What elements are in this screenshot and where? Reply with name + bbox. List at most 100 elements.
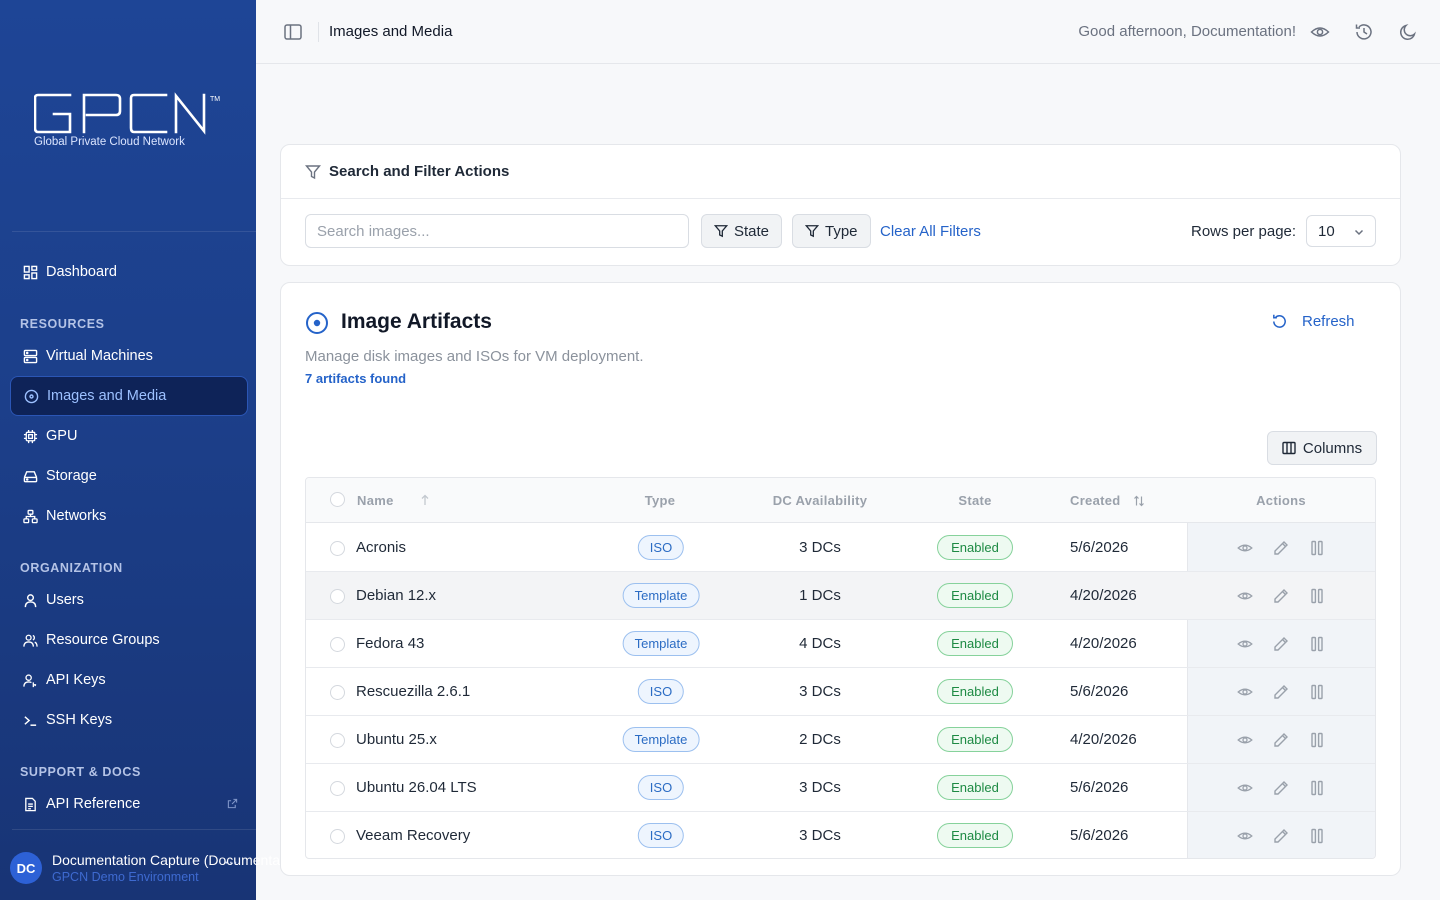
image-name: Ubuntu 25.x bbox=[356, 731, 437, 748]
pencil-icon bbox=[1274, 637, 1288, 651]
row-select-radio[interactable] bbox=[330, 781, 345, 796]
table-row[interactable]: Debian 12.x Template 1 DCs Enabled 4/20/… bbox=[306, 572, 1375, 620]
sort-arrows-icon[interactable] bbox=[1133, 494, 1145, 512]
gpcn-logo-mark: TM bbox=[34, 92, 220, 135]
sidebar-item-networks[interactable]: Networks bbox=[10, 496, 248, 536]
dc-availability: 3 DCs bbox=[799, 539, 841, 556]
sidebar-item-gpu[interactable]: GPU bbox=[10, 416, 248, 456]
sidebar: TM Global Private Cloud Network Dashboar… bbox=[0, 0, 284, 900]
visibility-button[interactable] bbox=[1309, 21, 1331, 43]
pause-button[interactable] bbox=[1307, 586, 1327, 606]
column-header-name[interactable]: Name bbox=[357, 493, 394, 508]
eye-icon bbox=[1237, 592, 1253, 600]
columns-label: Columns bbox=[1302, 439, 1363, 457]
row-select-radio[interactable] bbox=[330, 829, 345, 844]
created-date: 5/6/2026 bbox=[1070, 827, 1129, 844]
pause-button[interactable] bbox=[1307, 730, 1327, 750]
sidebar-item-label: Resource Groups bbox=[46, 632, 160, 648]
edit-button[interactable] bbox=[1271, 538, 1291, 558]
sidebar-item-api-keys[interactable]: API Keys bbox=[10, 660, 248, 700]
pause-icon bbox=[1311, 684, 1323, 700]
gpcn-logo[interactable]: TM Global Private Cloud Network bbox=[34, 92, 224, 152]
eye-icon bbox=[1237, 784, 1253, 792]
table-row[interactable]: Acronis ISO 3 DCs Enabled 5/6/2026 bbox=[306, 524, 1375, 572]
type-badge: ISO bbox=[637, 775, 685, 800]
filter-card-title: Search and Filter Actions bbox=[329, 163, 510, 180]
rows-per-page-select[interactable]: 10 bbox=[1306, 215, 1376, 247]
sidebar-item-storage[interactable]: Storage bbox=[10, 456, 248, 496]
row-select-radio[interactable] bbox=[330, 733, 345, 748]
history-button[interactable] bbox=[1353, 21, 1375, 43]
filter-icon bbox=[805, 224, 819, 238]
server-icon bbox=[22, 348, 38, 364]
created-date: 5/6/2026 bbox=[1070, 539, 1129, 556]
column-header-type: Type bbox=[644, 493, 676, 508]
edit-button[interactable] bbox=[1271, 826, 1291, 846]
pencil-icon bbox=[1274, 589, 1288, 603]
edit-button[interactable] bbox=[1271, 778, 1291, 798]
pause-icon bbox=[1311, 828, 1323, 844]
view-button[interactable] bbox=[1235, 634, 1255, 654]
column-header-created[interactable]: Created bbox=[1070, 493, 1121, 508]
sidebar-item-users[interactable]: Users bbox=[10, 580, 248, 620]
sidebar-item-virtual-machines[interactable]: Virtual Machines bbox=[10, 336, 248, 376]
view-button[interactable] bbox=[1235, 586, 1255, 606]
table-row[interactable]: Veeam Recovery ISO 3 DCs Enabled 5/6/202… bbox=[306, 812, 1375, 858]
avatar: DC bbox=[10, 852, 42, 884]
edit-button[interactable] bbox=[1271, 634, 1291, 654]
row-select-radio[interactable] bbox=[330, 589, 345, 604]
table-row[interactable]: Fedora 43 Template 4 DCs Enabled 4/20/20… bbox=[306, 620, 1375, 668]
type-badge: ISO bbox=[637, 679, 685, 704]
greeting-text: Good afternoon, Documentation! bbox=[1078, 23, 1296, 40]
user-profile[interactable]: DC Documentation Capture (Documentation)… bbox=[10, 848, 284, 888]
table-row[interactable]: Ubuntu 25.x Template 2 DCs Enabled 4/20/… bbox=[306, 716, 1375, 764]
state-filter-button[interactable]: State bbox=[701, 214, 783, 248]
view-button[interactable] bbox=[1235, 730, 1255, 750]
columns-button[interactable]: Columns bbox=[1267, 431, 1377, 465]
table-row[interactable]: Ubuntu 26.04 LTS ISO 3 DCs Enabled 5/6/2… bbox=[306, 764, 1375, 812]
filter-card: Search and Filter Actions State Type Cle… bbox=[280, 144, 1401, 266]
user-menu-button[interactable]: ⋯ bbox=[224, 854, 238, 871]
dc-availability: 2 DCs bbox=[799, 731, 841, 748]
refresh-button[interactable]: Refresh bbox=[1271, 313, 1355, 330]
sidebar-toggle-button[interactable] bbox=[283, 22, 303, 42]
sidebar-item-dashboard[interactable]: Dashboard bbox=[10, 252, 248, 292]
type-badge: Template bbox=[622, 631, 700, 656]
sidebar-item-resource-groups[interactable]: Resource Groups bbox=[10, 620, 248, 660]
sidebar-item-label: GPU bbox=[46, 428, 78, 444]
pause-button[interactable] bbox=[1307, 778, 1327, 798]
row-select-radio[interactable] bbox=[330, 685, 345, 700]
view-button[interactable] bbox=[1235, 778, 1255, 798]
dc-availability: 4 DCs bbox=[799, 635, 841, 652]
sidebar-divider bbox=[12, 829, 256, 830]
view-button[interactable] bbox=[1235, 682, 1255, 702]
sidebar-item-label: Images and Media bbox=[47, 388, 167, 404]
view-button[interactable] bbox=[1235, 538, 1255, 558]
sidebar-item-api-reference[interactable]: API Reference bbox=[10, 784, 248, 824]
section-description: Manage disk images and ISOs for VM deplo… bbox=[305, 348, 644, 365]
table-row[interactable]: Rescuezilla 2.6.1 ISO 3 DCs Enabled 5/6/… bbox=[306, 668, 1375, 716]
image-name: Debian 12.x bbox=[356, 587, 437, 604]
type-badge: Template bbox=[622, 727, 700, 752]
edit-button[interactable] bbox=[1271, 682, 1291, 702]
type-filter-button[interactable]: Type bbox=[792, 214, 871, 248]
view-button[interactable] bbox=[1235, 826, 1255, 846]
edit-button[interactable] bbox=[1271, 586, 1291, 606]
pause-button[interactable] bbox=[1307, 634, 1327, 654]
edit-button[interactable] bbox=[1271, 730, 1291, 750]
sort-arrow-up-icon[interactable] bbox=[420, 493, 430, 511]
theme-toggle-button[interactable] bbox=[1397, 21, 1419, 43]
row-select-radio[interactable] bbox=[330, 637, 345, 652]
sidebar-item-ssh-keys[interactable]: SSH Keys bbox=[10, 700, 248, 740]
row-select-radio[interactable] bbox=[330, 541, 345, 556]
pause-button[interactable] bbox=[1307, 826, 1327, 846]
search-input[interactable] bbox=[305, 214, 689, 248]
pause-button[interactable] bbox=[1307, 538, 1327, 558]
column-header-dc-availability: DC Availability bbox=[772, 493, 868, 508]
sidebar-item-images-and-media[interactable]: Images and Media bbox=[10, 376, 248, 416]
select-all-radio[interactable] bbox=[330, 492, 345, 507]
clear-all-filters-link[interactable]: Clear All Filters bbox=[880, 223, 981, 240]
pause-button[interactable] bbox=[1307, 682, 1327, 702]
created-date: 5/6/2026 bbox=[1070, 779, 1129, 796]
status-badge: Enabled bbox=[937, 535, 1013, 560]
